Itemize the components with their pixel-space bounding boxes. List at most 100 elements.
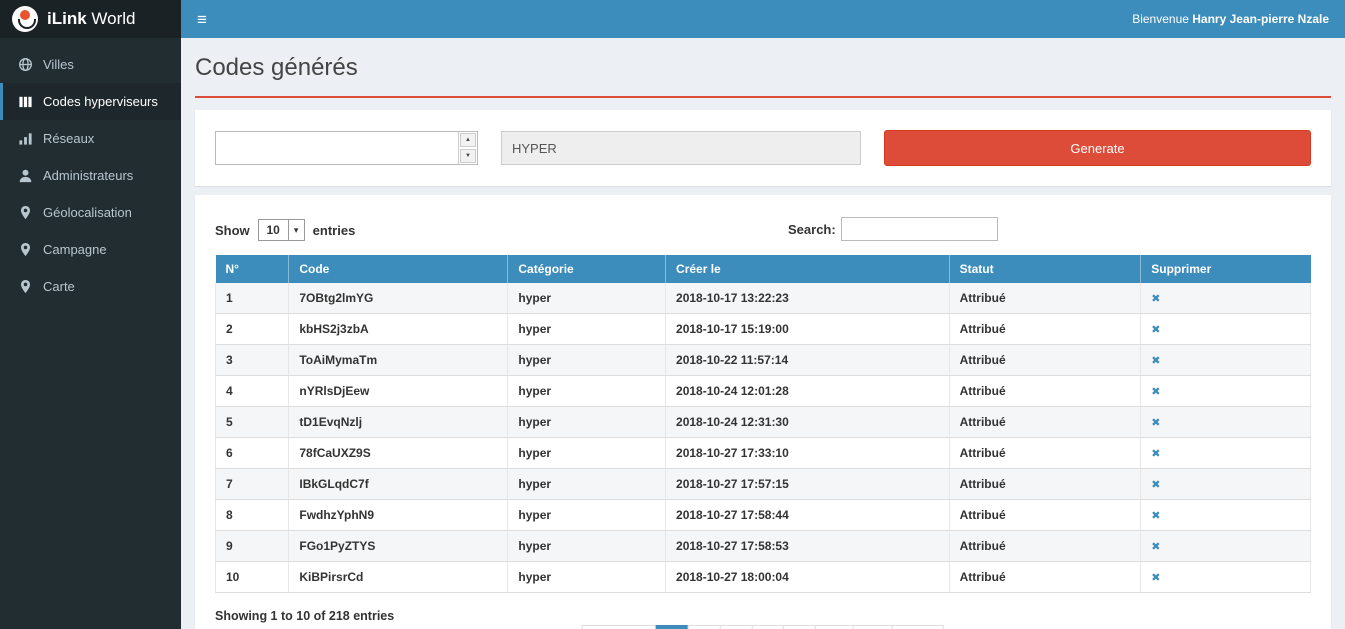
header-category[interactable]: Catégorie [508, 255, 666, 283]
sidebar-item-label: Carte [43, 279, 75, 294]
cell-code: 78fCaUXZ9S [289, 438, 508, 469]
pagination-page-1[interactable]: 1 [655, 625, 688, 629]
cell-category: hyper [508, 407, 666, 438]
cell-created: 2018-10-17 13:22:23 [666, 283, 950, 314]
pagination-page-2[interactable]: 2 [687, 625, 720, 629]
sidebar-item-villes[interactable]: Villes [0, 46, 181, 83]
pagination-page-22[interactable]: 22 [853, 625, 893, 629]
map-marker-icon [18, 242, 33, 257]
sidebar-item-administrateurs[interactable]: Administrateurs [0, 157, 181, 194]
delete-icon[interactable]: ✖ [1151, 479, 1160, 491]
delete-icon[interactable]: ✖ [1151, 293, 1160, 305]
sidebar-item-label: Codes hyperviseurs [43, 94, 158, 109]
cell-delete: ✖ [1141, 345, 1311, 376]
cell-created: 2018-10-24 12:01:28 [666, 376, 950, 407]
cell-category: hyper [508, 531, 666, 562]
hamburger-menu-icon[interactable]: ≡ [197, 11, 207, 28]
cell-num: 4 [216, 376, 289, 407]
cell-code: FwdhzYphN9 [289, 500, 508, 531]
table-row: 1 7OBtg2lmYG hyper 2018-10-17 13:22:23 A… [216, 283, 1311, 314]
page-length-control: Show 10 ▾ entries [215, 215, 1311, 241]
header-status[interactable]: Statut [949, 255, 1141, 283]
cell-status: Attribué [949, 469, 1141, 500]
table-row: 6 78fCaUXZ9S hyper 2018-10-27 17:33:10 A… [216, 438, 1311, 469]
cell-code: KiBPirsrCd [289, 562, 508, 593]
cell-category: hyper [508, 500, 666, 531]
user-icon [18, 168, 33, 183]
cell-num: 1 [216, 283, 289, 314]
cell-status: Attribué [949, 531, 1141, 562]
table-row: 3 ToAiMymaTm hyper 2018-10-22 11:57:14 A… [216, 345, 1311, 376]
stepper-up-icon[interactable]: ▲ [460, 133, 476, 147]
delete-icon[interactable]: ✖ [1151, 510, 1160, 522]
generate-button[interactable]: Generate [884, 130, 1311, 166]
stepper-down-icon[interactable]: ▼ [460, 149, 476, 163]
sidebar-item-geolocalisation[interactable]: Géolocalisation [0, 194, 181, 231]
sidebar-item-reseaux[interactable]: Réseaux [0, 120, 181, 157]
delete-icon[interactable]: ✖ [1151, 448, 1160, 460]
pagination-previous[interactable]: Previous [582, 625, 657, 629]
sidebar-item-carte[interactable]: Carte [0, 268, 181, 305]
cell-num: 6 [216, 438, 289, 469]
delete-icon[interactable]: ✖ [1151, 324, 1160, 336]
welcome-text: Bienvenue Hanry Jean-pierre Nzale [1132, 12, 1329, 26]
sidebar-item-codes-hyperviseurs[interactable]: Codes hyperviseurs [0, 83, 181, 120]
cell-status: Attribué [949, 345, 1141, 376]
delete-icon[interactable]: ✖ [1151, 417, 1160, 429]
cell-created: 2018-10-27 18:00:04 [666, 562, 950, 593]
pagination-next[interactable]: Next [892, 625, 944, 629]
table-row: 7 IBkGLqdC7f hyper 2018-10-27 17:57:15 A… [216, 469, 1311, 500]
brand-logo-icon [12, 6, 38, 32]
cell-created: 2018-10-22 11:57:14 [666, 345, 950, 376]
cell-status: Attribué [949, 314, 1141, 345]
header-created[interactable]: Créer le [666, 255, 950, 283]
delete-icon[interactable]: ✖ [1151, 572, 1160, 584]
header-num[interactable]: N° [216, 255, 289, 283]
cell-category: hyper [508, 562, 666, 593]
top-nav: ≡ Bienvenue Hanry Jean-pierre Nzale [181, 0, 1345, 38]
sidebar-item-label: Campagne [43, 242, 107, 257]
delete-icon[interactable]: ✖ [1151, 355, 1160, 367]
cell-delete: ✖ [1141, 283, 1311, 314]
quantity-input[interactable] [216, 132, 458, 164]
header-code[interactable]: Code [289, 255, 508, 283]
cell-code: nYRlsDjEew [289, 376, 508, 407]
pagination-ellipsis: … [815, 625, 854, 629]
top-bar: iLink World ≡ Bienvenue Hanry Jean-pierr… [0, 0, 1345, 38]
cell-delete: ✖ [1141, 407, 1311, 438]
codes-table: N° Code Catégorie Créer le Statut Suppri… [215, 255, 1311, 593]
search-control: Search: [788, 217, 998, 241]
table-row: 5 tD1EvqNzlj hyper 2018-10-24 12:31:30 A… [216, 407, 1311, 438]
delete-icon[interactable]: ✖ [1151, 541, 1160, 553]
cell-delete: ✖ [1141, 438, 1311, 469]
category-field[interactable] [501, 131, 861, 165]
map-marker-icon [18, 205, 33, 220]
search-input[interactable] [841, 217, 998, 241]
cell-created: 2018-10-27 17:33:10 [666, 438, 950, 469]
cell-created: 2018-10-17 15:19:00 [666, 314, 950, 345]
cell-created: 2018-10-24 12:31:30 [666, 407, 950, 438]
brand-name: iLink World [47, 9, 136, 29]
brand[interactable]: iLink World [0, 0, 181, 38]
pagination-page-5[interactable]: 5 [783, 625, 816, 629]
cell-category: hyper [508, 438, 666, 469]
cell-status: Attribué [949, 376, 1141, 407]
table-row: 9 FGo1PyZTYS hyper 2018-10-27 17:58:53 A… [216, 531, 1311, 562]
page-title: Codes générés [195, 54, 1331, 82]
sidebar-item-label: Réseaux [43, 131, 94, 146]
cell-code: 7OBtg2lmYG [289, 283, 508, 314]
cell-code: ToAiMymaTm [289, 345, 508, 376]
cell-num: 5 [216, 407, 289, 438]
cell-category: hyper [508, 345, 666, 376]
cell-category: hyper [508, 314, 666, 345]
codes-table-panel: Show 10 ▾ entries Search: N° Code [195, 195, 1331, 629]
header-delete[interactable]: Supprimer [1141, 255, 1311, 283]
quantity-field: ▲ ▼ [215, 131, 478, 165]
page-length-select[interactable]: 10 ▾ [258, 219, 305, 241]
sidebar-item-label: Administrateurs [43, 168, 133, 183]
cell-code: FGo1PyZTYS [289, 531, 508, 562]
pagination-page-3[interactable]: 3 [719, 625, 752, 629]
sidebar-item-campagne[interactable]: Campagne [0, 231, 181, 268]
delete-icon[interactable]: ✖ [1151, 386, 1160, 398]
pagination-page-4[interactable]: 4 [751, 625, 784, 629]
